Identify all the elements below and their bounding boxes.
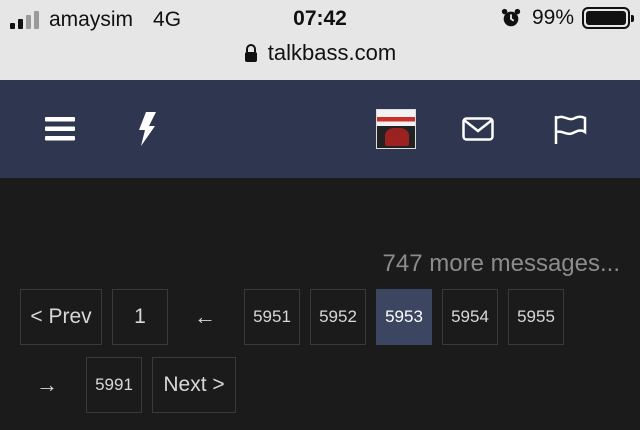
jump-forward-arrow[interactable]: → — [24, 357, 70, 413]
page-content: 747 more messages... < Prev 1 ← 5951 595… — [0, 178, 640, 430]
next-page-button[interactable]: Next > — [152, 357, 236, 413]
page-button-5951[interactable]: 5951 — [244, 289, 300, 345]
lock-icon — [244, 44, 257, 62]
address-bar[interactable]: talkbass.com — [0, 40, 640, 66]
current-page-button-5953[interactable]: 5953 — [376, 289, 432, 345]
battery-fill — [586, 11, 626, 25]
page-button-5955[interactable]: 5955 — [508, 289, 564, 345]
prev-page-button[interactable]: < Prev — [20, 289, 102, 345]
last-page-button-5991[interactable]: 5991 — [86, 357, 142, 413]
avatar[interactable] — [374, 80, 418, 178]
page-1-button[interactable]: 1 — [112, 289, 168, 345]
alarm-clock-icon — [501, 8, 521, 27]
battery-icon — [582, 7, 634, 29]
url-domain: talkbass.com — [267, 40, 397, 65]
page-button-5952[interactable]: 5952 — [310, 289, 366, 345]
status-right: 99% — [500, 6, 634, 30]
more-messages-link[interactable]: 747 more messages... — [383, 250, 620, 278]
menu-icon[interactable] — [40, 80, 80, 178]
battery-percent: 99% — [531, 6, 574, 29]
ios-status-bar: amaysim 4G 07:42 99% talkbass.com — [0, 0, 640, 80]
avatar-image — [376, 109, 416, 149]
mail-icon[interactable] — [458, 80, 498, 178]
bolt-icon[interactable] — [130, 80, 164, 178]
page-button-5954[interactable]: 5954 — [442, 289, 498, 345]
jump-back-arrow[interactable]: ← — [182, 289, 228, 345]
flag-icon[interactable] — [550, 80, 590, 178]
site-header — [0, 80, 640, 178]
